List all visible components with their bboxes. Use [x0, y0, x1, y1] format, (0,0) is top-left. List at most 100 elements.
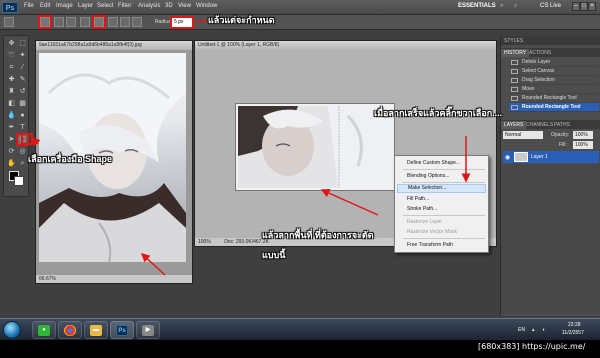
history-item[interactable]: Move [509, 85, 599, 94]
visibility-eye-icon[interactable]: ◉ [505, 154, 510, 161]
menu-file[interactable]: File [24, 3, 34, 9]
clone-stamp-icon[interactable]: ♜ [7, 87, 16, 96]
magic-wand-icon[interactable]: ✦ [18, 51, 27, 60]
history-step-icon [511, 87, 518, 92]
document-title[interactable]: Untitled-1 @ 100% (Layer 1, RGB/8) [195, 41, 496, 50]
3d-rotate-icon[interactable]: ⟳ [7, 147, 16, 156]
workspace-switcher-icon[interactable]: » [500, 3, 503, 9]
opacity-input[interactable]: 100% [573, 131, 593, 139]
menu-bar: Ps File Edit Image Layer Select Filter A… [0, 0, 600, 15]
close-icon[interactable]: × [588, 2, 596, 11]
menu-item-fill-path[interactable]: Fill Path... [407, 196, 429, 202]
menu-item-stroke-path[interactable]: Stroke Path... [407, 206, 437, 212]
annotation-shape-tool: เลือกเครื่องมือ Shape [28, 154, 113, 164]
tab-actions[interactable]: ACTIONS [526, 49, 554, 57]
layers-tabbar: LAYERS CHANNELS PATHS [501, 120, 600, 129]
background-color-swatch[interactable] [14, 176, 24, 186]
menu-view[interactable]: View [178, 3, 191, 9]
marquee-tool-icon[interactable]: ⬚ [18, 39, 27, 48]
tray-volume-icon[interactable]: ◖ [542, 327, 545, 333]
eyedropper-icon[interactable]: ⁄ [18, 63, 27, 72]
hand-tool-icon[interactable]: ✋ [7, 159, 16, 168]
start-button[interactable] [3, 321, 21, 339]
zoom-tool-icon[interactable]: ⌕ [18, 159, 27, 168]
type-tool-icon[interactable]: T [18, 123, 27, 132]
taskbar-explorer[interactable]: ▬ [84, 321, 108, 339]
menu-item-free-transform-path[interactable]: Free Transform Path [407, 242, 453, 248]
cs-live-button[interactable]: CS Live [540, 3, 561, 9]
clock-time[interactable]: 22:28 [568, 322, 581, 328]
history-brush-icon[interactable]: ↺ [18, 87, 27, 96]
menu-filter[interactable]: Filter [118, 3, 131, 9]
healing-brush-icon[interactable]: ✚ [7, 75, 16, 84]
move-tool-icon[interactable]: ✥ [7, 39, 16, 48]
history-item[interactable]: Select Canvas [509, 67, 599, 76]
menu-edit[interactable]: Edit [40, 3, 50, 9]
language-indicator[interactable]: EN [518, 327, 525, 333]
menu-item-define-custom-shape[interactable]: Define Custom Shape... [407, 160, 460, 166]
history-step-icon [511, 69, 518, 74]
canvas-area[interactable] [235, 103, 395, 191]
tab-styles[interactable]: STYLES [501, 37, 526, 45]
crop-tool-icon[interactable]: ⌗ [7, 63, 16, 72]
fill-pixels-mode-icon[interactable] [66, 17, 76, 27]
3d-orbit-icon[interactable]: ◎ [18, 147, 27, 156]
blur-tool-icon[interactable]: 💧 [7, 111, 16, 120]
taskbar-line-app[interactable]: ● [32, 321, 56, 339]
clock-date[interactable]: 11/2/2557 [562, 330, 584, 336]
history-item-current[interactable]: Rounded Rectangle Tool [509, 103, 599, 112]
document-title[interactable]: 9ae11651a67b298a1a9d6b486a1a9fb4f(3).jpg [36, 41, 192, 50]
brush-tool-icon[interactable]: ✎ [18, 75, 27, 84]
gradient-icon[interactable]: ▦ [18, 99, 27, 108]
tool-preset-icon[interactable] [4, 17, 14, 27]
line-option-icon[interactable] [132, 17, 142, 27]
shape-tool-icon[interactable]: ▢ [16, 133, 29, 146]
menu-3d[interactable]: 3D [165, 3, 173, 9]
layer-row-selected[interactable]: ◉ Layer 1 [503, 151, 599, 163]
search-icon[interactable]: ⌕ [514, 3, 517, 10]
right-panels: STYLES HISTORY ACTIONS Delete Layer Sele… [500, 36, 600, 316]
menu-separator [403, 215, 485, 216]
pen-tool-icon[interactable]: ✒ [7, 123, 16, 132]
annotation-drag-area-2: แบบนี้ [262, 250, 286, 260]
dodge-tool-icon[interactable]: ● [18, 111, 27, 120]
opacity-label: Opacity: [551, 132, 570, 138]
menu-window[interactable]: Window [196, 3, 217, 9]
maximize-icon[interactable]: □ [580, 2, 588, 11]
taskbar-media[interactable]: ▶ [136, 321, 160, 339]
pen-tool-icon[interactable] [80, 17, 90, 27]
history-item[interactable]: Drag Selection [509, 76, 599, 85]
menu-select[interactable]: Select [97, 3, 114, 9]
minimize-icon[interactable]: – [572, 2, 580, 11]
tray-network-icon[interactable]: ▴ [532, 327, 535, 333]
tab-paths[interactable]: PATHS [551, 121, 573, 129]
taskbar-chrome[interactable] [58, 321, 82, 339]
menu-analysis[interactable]: Analysis [138, 3, 160, 9]
menu-item-blending-options[interactable]: Blending Options... [407, 173, 449, 179]
path-selection-icon[interactable]: ➤ [7, 135, 16, 144]
history-item[interactable]: Rounded Rectangle Tool [509, 94, 599, 103]
menu-image[interactable]: Image [56, 3, 73, 9]
paths-mode-icon[interactable] [54, 17, 64, 27]
menu-layer[interactable]: Layer [78, 3, 93, 9]
polygon-option-icon[interactable] [120, 17, 130, 27]
tab-history[interactable]: HISTORY [501, 49, 530, 57]
taskbar-photoshop[interactable]: Ps [110, 321, 134, 339]
radius-input[interactable]: 5 px [170, 16, 194, 29]
workspace-essentials[interactable]: ESSENTIALS [458, 3, 496, 9]
history-item[interactable]: Delete Layer [509, 58, 599, 67]
eraser-icon[interactable]: ◧ [7, 99, 16, 108]
watermark-text: [680x383] https://upic.me/ [478, 342, 586, 351]
layer-name[interactable]: Layer 1 [531, 154, 548, 160]
ellipse-option-icon[interactable] [108, 17, 118, 27]
menu-separator [403, 238, 485, 239]
fill-input[interactable]: 100% [573, 141, 593, 149]
menu-item-make-selection[interactable]: Make Selection... [397, 184, 486, 193]
window-controls: – □ × [572, 2, 598, 12]
menu-item-rasterize-layer: Rasterize Layer [407, 219, 443, 225]
shape-layers-mode-icon[interactable] [38, 15, 52, 29]
rounded-rectangle-option-icon[interactable] [92, 15, 106, 29]
folder-icon: ▬ [90, 325, 102, 336]
lasso-tool-icon[interactable]: ➰ [7, 51, 16, 60]
blend-mode-select[interactable]: Normal [503, 131, 543, 139]
